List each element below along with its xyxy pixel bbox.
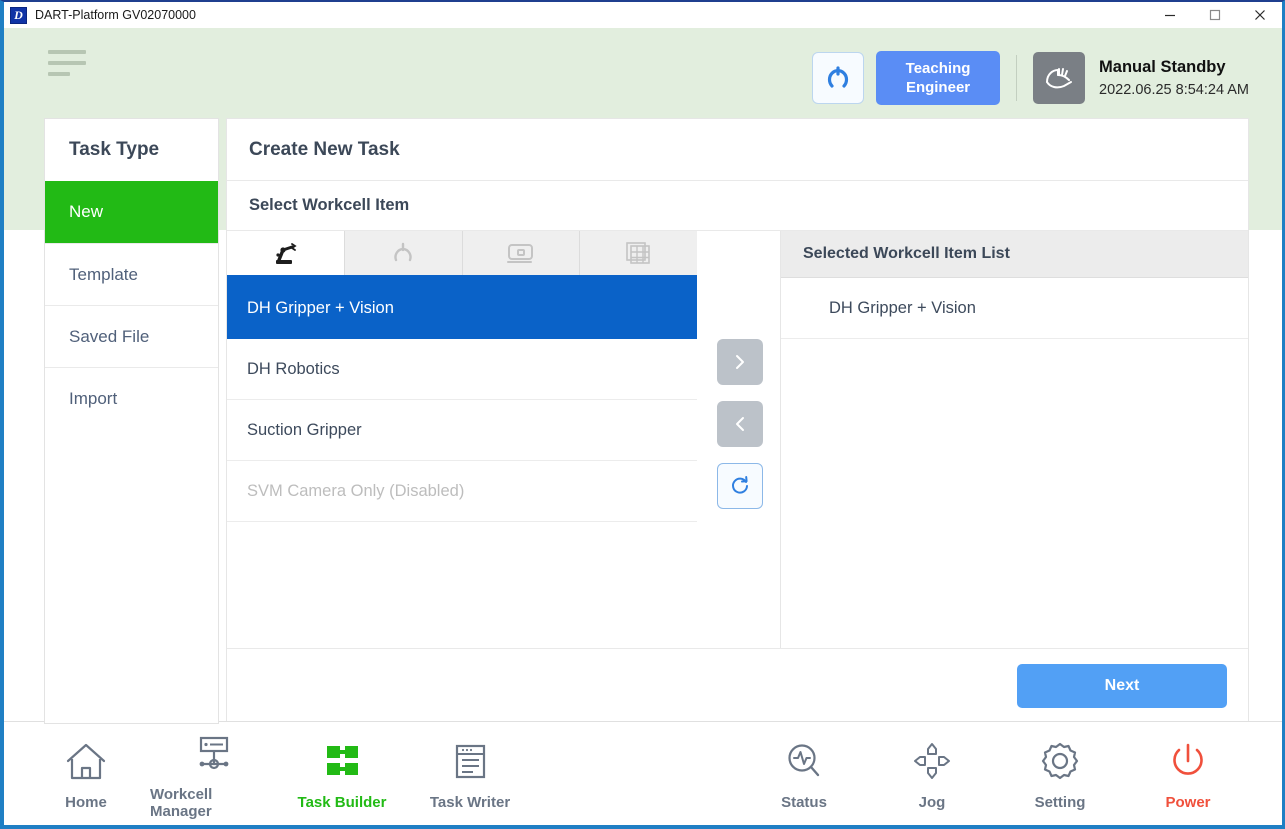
- mode-title: Manual Standby: [1099, 57, 1226, 76]
- hamburger-line: [48, 72, 70, 76]
- minimize-icon[interactable]: [1147, 2, 1192, 28]
- bottom-nav-right-group: Status Jog Setting Power: [740, 736, 1282, 811]
- nav-item-label: Jog: [918, 794, 946, 811]
- nav-item-home[interactable]: Home: [22, 728, 150, 820]
- list-item-label: DH Robotics: [247, 359, 340, 378]
- sidebar-item-template[interactable]: Template: [45, 243, 218, 305]
- nav-item-label: Task Builder: [297, 794, 387, 811]
- header-divider: [1016, 55, 1018, 101]
- hamburger-line: [48, 61, 86, 65]
- available-items-column: DH Gripper + Vision DH Robotics Suction …: [227, 231, 697, 522]
- workcell-selector: DH Gripper + Vision DH Robotics Suction …: [227, 231, 1248, 649]
- gear-icon: [1037, 736, 1083, 784]
- page-title: Create New Task: [227, 119, 1248, 181]
- sidebar-item-saved-file[interactable]: Saved File: [45, 305, 218, 367]
- sidebar-item-label: Saved File: [69, 326, 150, 346]
- bottom-nav-left-group: Home Workcell Manager Task Builder Task …: [4, 728, 534, 820]
- nav-item-task-builder[interactable]: Task Builder: [278, 728, 406, 820]
- nav-item-task-writer[interactable]: Task Writer: [406, 728, 534, 820]
- list-item-label: SVM Camera Only (Disabled): [247, 481, 465, 500]
- sidebar-item-new[interactable]: New: [45, 181, 218, 243]
- nav-item-setting[interactable]: Setting: [996, 736, 1124, 811]
- list-item[interactable]: DH Robotics: [227, 339, 697, 400]
- camera-icon: [506, 244, 533, 263]
- nav-item-status[interactable]: Status: [740, 736, 868, 811]
- tab-camera[interactable]: [462, 231, 581, 275]
- sidebar-item-label: Template: [69, 264, 138, 284]
- teaching-line-1: Teaching: [905, 60, 971, 77]
- tab-gripper[interactable]: [344, 231, 463, 275]
- refresh-icon: [732, 476, 748, 494]
- header-status-cluster: Teaching Engineer Manual Standby 2022.06…: [812, 50, 1249, 106]
- nav-item-label: Status: [781, 794, 827, 811]
- application-window: D DART-Platform GV02070000 Teaching Engi…: [0, 0, 1285, 829]
- mode-text-block: Manual Standby 2022.06.25 8:54:24 AM: [1099, 56, 1249, 101]
- add-item-button[interactable]: [717, 339, 763, 385]
- manual-hand-icon: [1033, 52, 1086, 104]
- tab-grid[interactable]: [580, 231, 697, 275]
- mode-timestamp: 2022.06.25 8:54:24 AM: [1099, 81, 1249, 98]
- gripper-icon[interactable]: [812, 52, 865, 104]
- next-button[interactable]: Next: [1017, 664, 1227, 708]
- task-builder-icon: [319, 736, 365, 784]
- nav-item-label: Task Writer: [429, 794, 511, 811]
- teaching-line-2: Engineer: [905, 79, 971, 96]
- hamburger-line: [48, 50, 86, 54]
- chevron-right-icon: [736, 355, 744, 369]
- remove-item-button[interactable]: [717, 401, 763, 447]
- nav-item-label: Power: [1165, 794, 1211, 811]
- window-controls: [1147, 2, 1282, 28]
- list-item[interactable]: DH Gripper + Vision: [781, 278, 1248, 339]
- list-item-label: DH Gripper + Vision: [247, 299, 394, 317]
- task-type-sidebar: Task Type New Template Saved File Import: [44, 118, 219, 724]
- gripper-icon: [394, 242, 412, 262]
- nav-item-power[interactable]: Power: [1124, 736, 1252, 811]
- grid-table-icon: [625, 242, 650, 264]
- nav-item-label: Home: [65, 794, 107, 811]
- transfer-button-group: [717, 339, 769, 525]
- teaching-engineer-button[interactable]: Teaching Engineer: [876, 51, 1001, 105]
- list-item[interactable]: DH Gripper + Vision: [227, 278, 697, 339]
- refresh-button[interactable]: [717, 463, 763, 509]
- nav-item-jog[interactable]: Jog: [868, 736, 996, 811]
- section-title: Select Workcell Item: [227, 181, 1248, 231]
- workcell-category-tabs: [227, 231, 697, 278]
- tab-robot-arm[interactable]: [227, 231, 345, 275]
- sidebar-item-import[interactable]: Import: [45, 367, 218, 429]
- jog-icon: [909, 736, 955, 784]
- status-icon: [781, 736, 827, 784]
- list-item[interactable]: Suction Gripper: [227, 400, 697, 461]
- task-writer-icon: [447, 736, 493, 784]
- bottom-navigation: Home Workcell Manager Task Builder Task …: [4, 721, 1282, 825]
- selected-items-column: Selected Workcell Item List DH Gripper +…: [780, 231, 1248, 648]
- maximize-icon[interactable]: [1192, 2, 1237, 28]
- sidebar-item-label: New: [69, 202, 104, 221]
- robot-arm-icon: [276, 243, 297, 264]
- sidebar-item-label: Import: [69, 388, 118, 408]
- workcell-manager-icon: [191, 728, 237, 776]
- list-item: SVM Camera Only (Disabled): [227, 461, 697, 522]
- app-logo-icon: D: [10, 6, 27, 24]
- list-item-label: Suction Gripper: [247, 420, 362, 439]
- nav-item-label: Workcell Manager: [150, 785, 213, 820]
- panel-footer: Next: [227, 649, 1248, 723]
- home-icon: [63, 736, 109, 784]
- close-icon[interactable]: [1237, 2, 1282, 28]
- title-bar: D DART-Platform GV02070000: [4, 2, 1282, 29]
- nav-item-label: Setting: [1034, 794, 1086, 811]
- list-item-label: DH Gripper + Vision: [829, 298, 976, 317]
- hamburger-icon[interactable]: [48, 50, 88, 90]
- selected-list-title: Selected Workcell Item List: [781, 231, 1248, 278]
- power-icon: [1165, 736, 1211, 784]
- window-title: DART-Platform GV02070000: [35, 8, 196, 22]
- main-panel: Create New Task Select Workcell Item DH …: [226, 118, 1249, 724]
- sidebar-title: Task Type: [69, 139, 160, 160]
- chevron-left-icon: [736, 417, 744, 431]
- nav-item-workcell-manager[interactable]: Workcell Manager: [150, 728, 278, 820]
